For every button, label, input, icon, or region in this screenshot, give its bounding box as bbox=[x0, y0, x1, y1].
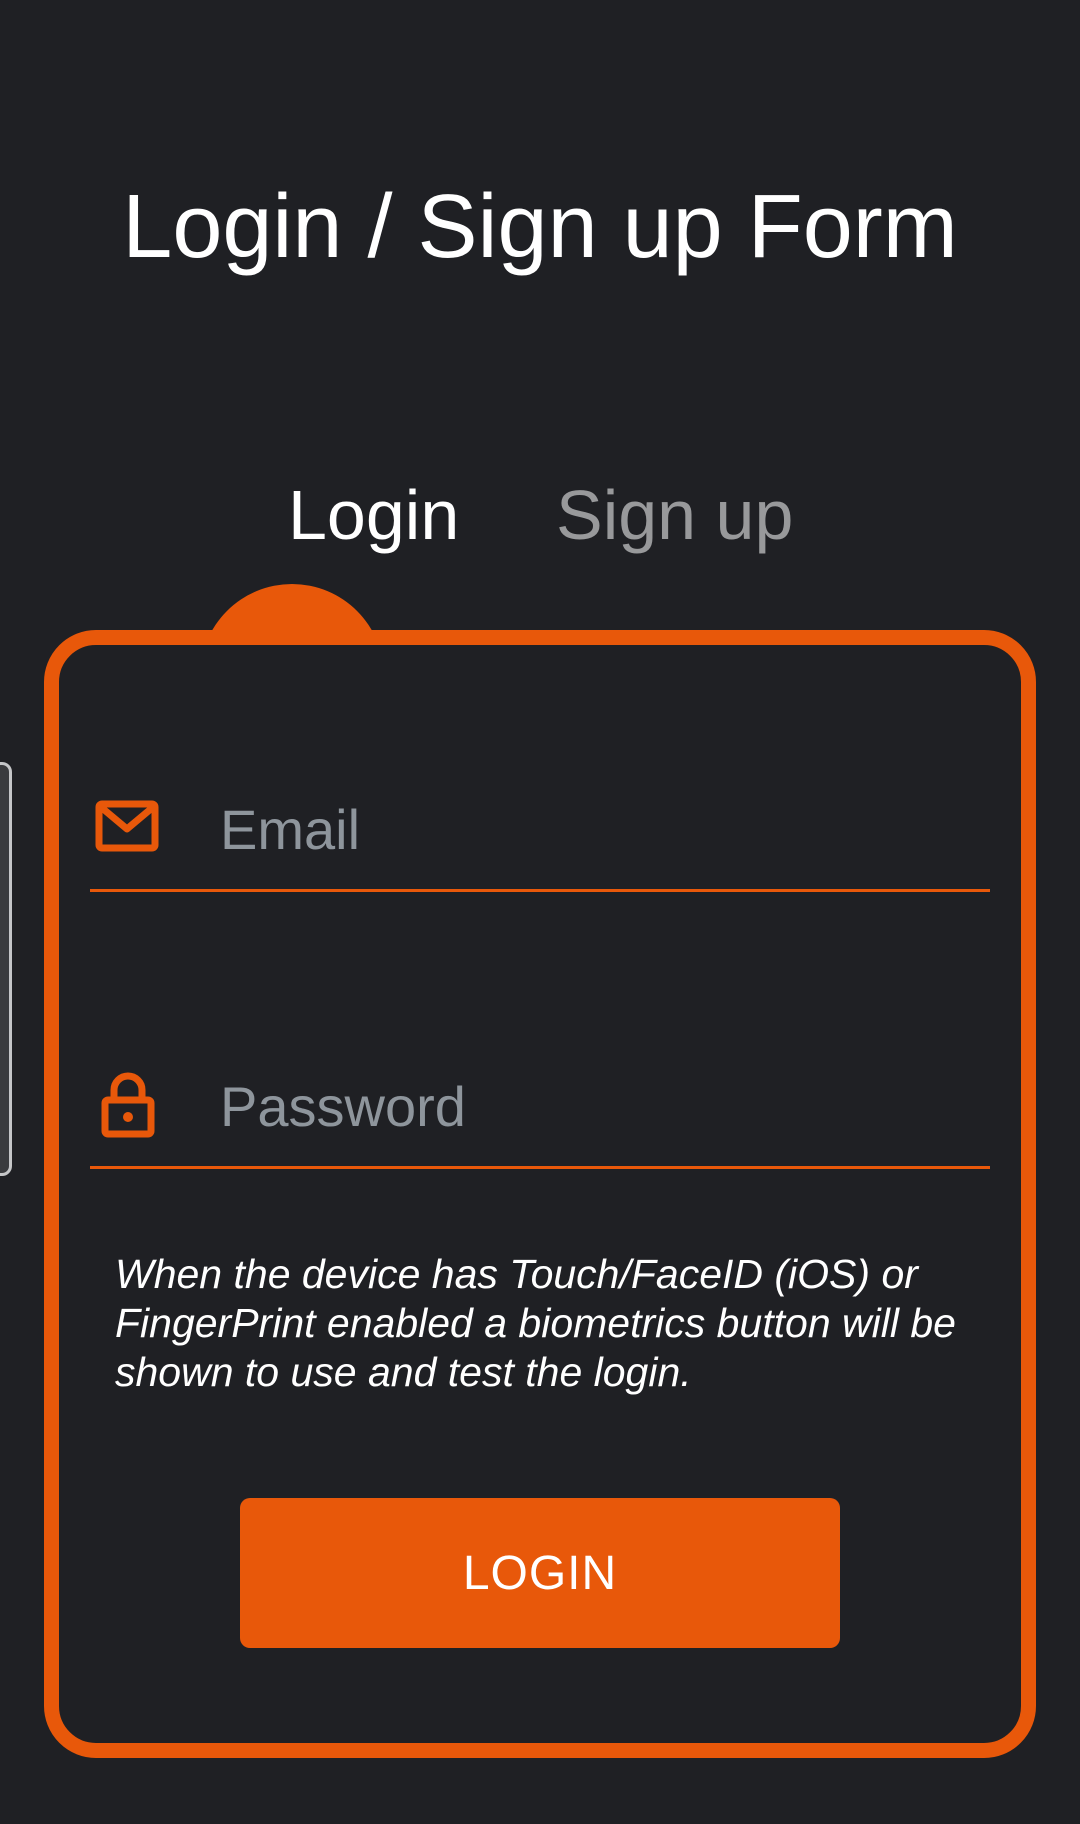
page-title: Login / Sign up Form bbox=[122, 177, 958, 277]
tab-login[interactable]: Login bbox=[288, 470, 459, 560]
password-input[interactable] bbox=[220, 1056, 960, 1156]
tab-signup[interactable]: Sign up bbox=[556, 470, 793, 560]
lock-icon bbox=[94, 1070, 162, 1138]
login-button[interactable]: LOGIN bbox=[240, 1498, 840, 1648]
email-input[interactable] bbox=[220, 779, 960, 879]
email-field bbox=[90, 779, 990, 892]
biometrics-info-text: When the device has Touch/FaceID (iOS) o… bbox=[115, 1251, 956, 1395]
side-panel-handle[interactable] bbox=[0, 762, 12, 1176]
mail-icon bbox=[94, 793, 162, 861]
tab-bar: Login Sign up bbox=[0, 470, 1080, 560]
password-field bbox=[90, 1056, 990, 1169]
